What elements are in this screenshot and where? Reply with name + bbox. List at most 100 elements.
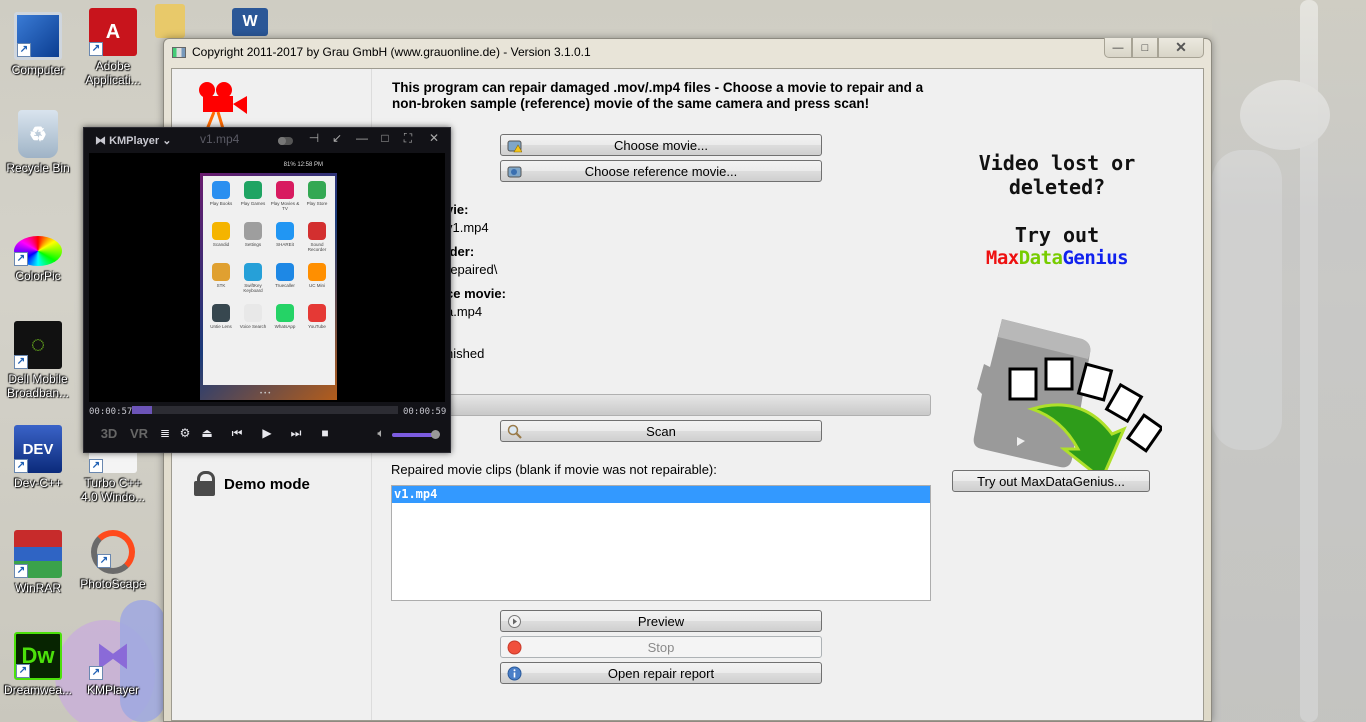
desktop-icon-word[interactable]: W: [225, 8, 275, 36]
phone-app-icon: [244, 304, 262, 322]
video-area[interactable]: 81% 12:58 PM Play Books Play Games Play Mo…: [89, 153, 445, 402]
phone-app-icon: [308, 263, 326, 281]
desktop-icon-label: Dev-C++: [13, 476, 63, 490]
scan-button[interactable]: Scan: [500, 420, 822, 442]
minimize-button[interactable]: —: [1104, 38, 1132, 58]
phone-app: Truecaller: [269, 263, 301, 304]
desktop-icon-folder[interactable]: [150, 4, 190, 38]
desktop-icon-adobe[interactable]: A ↗ Adobe Applicati...: [75, 8, 151, 87]
kmplayer-minimize-icon[interactable]: —: [354, 131, 370, 145]
desktop-icon-label: WinRAR: [14, 581, 61, 595]
kmplayer-close-icon[interactable]: ✕: [426, 131, 442, 145]
phone-app-icon: [276, 304, 294, 322]
phone-app: Settings: [237, 222, 269, 263]
shortcut-arrow-icon: ↗: [89, 666, 103, 680]
playlist-icon[interactable]: ≣: [157, 426, 173, 440]
phone-app: Voice Search: [237, 304, 269, 345]
seek-bar[interactable]: [132, 406, 398, 414]
word-icon: W: [232, 8, 268, 36]
try-maxdatagenius-button[interactable]: Try out MaxDataGenius...: [952, 470, 1150, 492]
volume-icon[interactable]: 🔈︎: [373, 426, 389, 441]
stop-icon: [507, 640, 522, 655]
window-controls: — □ ✕: [1104, 38, 1204, 58]
preview-button[interactable]: Preview: [500, 610, 822, 632]
desktop-icon-dev-cpp[interactable]: DEV ↗ Dev-C++: [0, 425, 76, 490]
desktop-icon-recycle-bin[interactable]: ♻ Recycle Bin: [0, 110, 76, 175]
promo-try-out: Try out: [1014, 223, 1100, 247]
status-text: nished: [446, 346, 485, 361]
stop-playback-icon[interactable]: ■: [317, 426, 333, 440]
phone-app-icon: [244, 222, 262, 240]
phone-app: Play Movies & TV: [269, 181, 301, 222]
colorpic-icon: ↗: [14, 236, 62, 266]
phone-app-icon: [212, 304, 230, 322]
desktop-icon-label: ColorPic: [15, 269, 61, 283]
stop-label: Stop: [647, 639, 675, 655]
close-button[interactable]: ✕: [1158, 38, 1204, 58]
app-icon: [172, 47, 186, 58]
brand-part-max: Max: [985, 247, 1019, 269]
desktop-icon-dreamweaver[interactable]: Dw ↗ Dreamwea...: [0, 632, 76, 697]
phone-app-icon: [212, 181, 230, 199]
phone-app: UC Mini: [301, 263, 333, 304]
kmplayer-logo[interactable]: ⧓ KMPlayer ⌄: [95, 134, 171, 147]
desktop-icon-computer[interactable]: ↗ Computer: [0, 12, 76, 77]
choose-movie-button[interactable]: Choose movie...: [500, 134, 822, 156]
play-icon[interactable]: ▶: [259, 426, 275, 440]
volume-slider[interactable]: [392, 430, 440, 439]
pin-icon[interactable]: ⊣: [306, 131, 322, 145]
winrar-icon: ↗: [14, 530, 62, 578]
kmplayer-title-bar[interactable]: ⧓ KMPlayer ⌄ v1.mp4 ⊣ ↙ — □ ⛶ ✕: [84, 128, 450, 152]
list-item[interactable]: v1.mp4: [392, 486, 930, 503]
output-folder-value: repaired\: [446, 262, 498, 277]
phone-app: Untie Lens: [205, 304, 237, 345]
phone-app-icon: [308, 304, 326, 322]
toggle-switch[interactable]: [278, 137, 293, 145]
vr-button[interactable]: VR: [128, 426, 150, 441]
open-repair-report-button[interactable]: Open repair report: [500, 662, 822, 684]
phone-app: SHAREit: [269, 222, 301, 263]
desktop-icon-colorpic[interactable]: ↗ ColorPic: [0, 218, 76, 283]
promo-brand: MaxDataGenius: [952, 247, 1162, 269]
title-bar[interactable]: Copyright 2011-2017 by Grau GmbH (www.gr…: [164, 38, 1211, 67]
chevron-down-icon: ⌄: [162, 135, 172, 147]
play-circle-icon: [508, 615, 521, 628]
shortcut-arrow-icon: ↗: [17, 43, 31, 57]
fullscreen-icon[interactable]: ⛶: [400, 131, 416, 146]
maximize-button[interactable]: □: [1132, 38, 1158, 58]
phone-app: Sound Recorder: [301, 222, 333, 263]
phone-app-name: UC Mini: [308, 283, 325, 288]
shortcut-arrow-icon: ↗: [14, 564, 28, 578]
lock-icon: [194, 471, 216, 497]
window-title: Copyright 2011-2017 by Grau GmbH (www.gr…: [192, 45, 591, 59]
volume-slider-knob[interactable]: [430, 430, 440, 439]
choose-reference-movie-button[interactable]: Choose reference movie...: [500, 160, 822, 182]
desktop-icon-label: Computer: [11, 63, 65, 77]
stop-button[interactable]: Stop: [500, 636, 822, 658]
desktop-icon-kmplayer[interactable]: ⧓ ↗ KMPlayer: [75, 632, 151, 697]
phone-app: Play Books: [205, 181, 237, 222]
phone-app-name: SwiftKey Keyboard: [243, 283, 263, 293]
settings-gear-icon[interactable]: ⚙: [177, 426, 193, 440]
phone-app-name: Sound Recorder: [307, 242, 327, 252]
phone-app: YouTube: [301, 304, 333, 345]
desktop-icon-photoscape[interactable]: ↗ PhotoScape: [75, 530, 151, 591]
kmplayer-icon: ⧓ ↗: [89, 632, 137, 680]
desktop-icon-label: Recycle Bin: [6, 161, 70, 175]
phone-app-name: YouTube: [308, 324, 326, 329]
shortcut-arrow-icon: ↗: [14, 252, 28, 266]
3d-button[interactable]: 3D: [98, 426, 120, 441]
repaired-clips-list[interactable]: v1.mp4: [391, 485, 931, 601]
dev-cpp-icon: DEV ↗: [14, 425, 62, 473]
mini-mode-icon[interactable]: ↙: [329, 131, 345, 145]
eject-icon[interactable]: ⏏: [199, 426, 215, 440]
open-report-label: Open repair report: [607, 665, 715, 681]
kmplayer-maximize-icon[interactable]: □: [377, 131, 393, 145]
desktop-icon-dell-mobile[interactable]: ◌ ↗ Dell Mobile Broadban...: [0, 321, 76, 400]
choose-reference-label: Choose reference movie...: [584, 163, 738, 179]
movie-value: v1.mp4: [446, 220, 489, 235]
desktop-icon-winrar[interactable]: ↗ WinRAR: [0, 530, 76, 595]
next-icon[interactable]: ⏭: [288, 426, 304, 441]
previous-icon[interactable]: ⏮: [229, 426, 245, 441]
intro-text: This program can repair damaged .mov/.mp…: [392, 80, 924, 111]
